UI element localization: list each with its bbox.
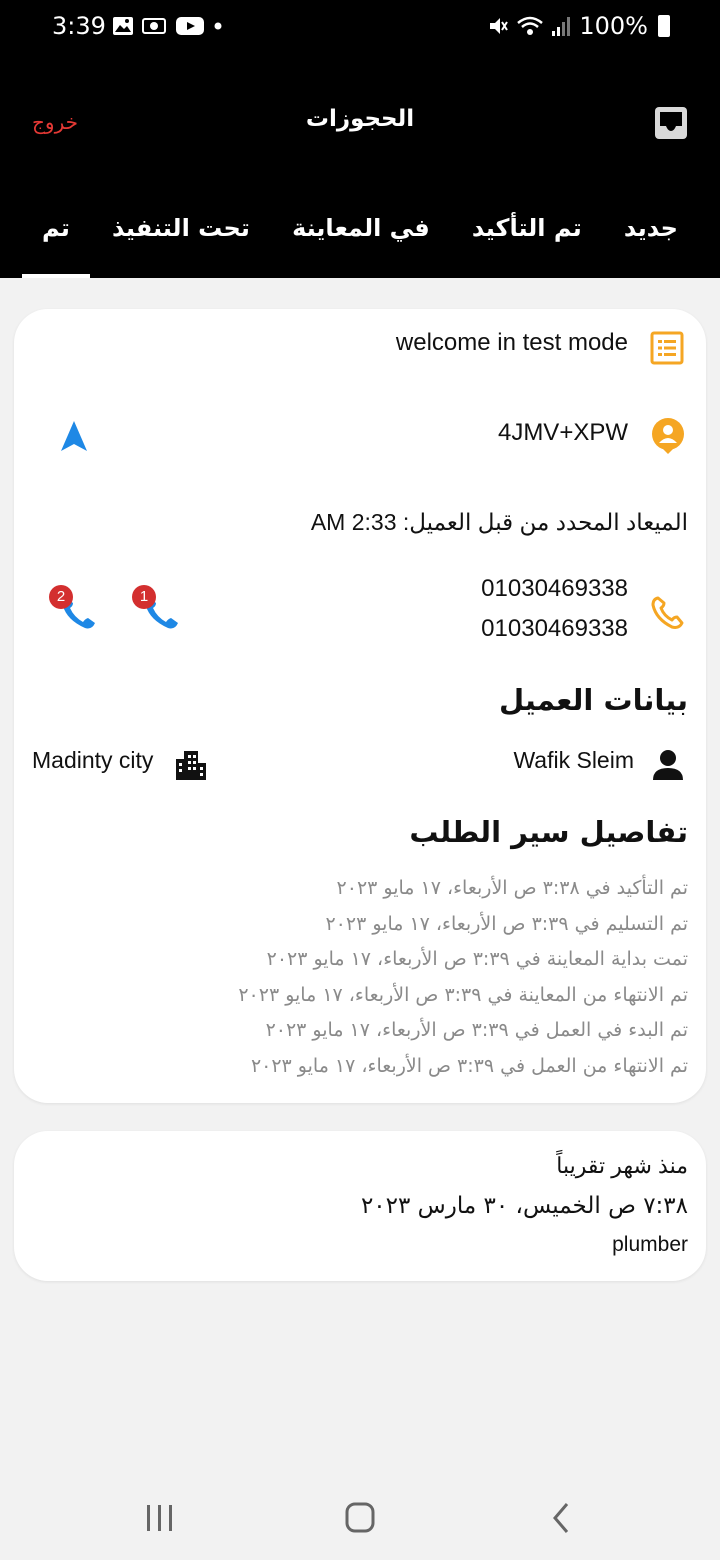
inbox-icon[interactable] <box>654 106 688 140</box>
timeline-item: تم الانتهاء من المعاينة في ٣:٣٩ ص الأربع… <box>238 983 688 1006</box>
app-bar: خروج الحجوزات جديد تم التأكيد في المعاين… <box>0 56 720 278</box>
timeline-item: تم التأكيد في ٣:٣٨ ص الأربعاء، ١٧ مايو ٢… <box>336 877 688 899</box>
navigation-arrow-icon[interactable] <box>58 419 90 453</box>
tab-confirmed[interactable]: تم التأكيد <box>452 196 602 278</box>
page-title: الحجوزات <box>305 106 415 132</box>
wifi-icon <box>517 16 544 35</box>
phone-icon <box>651 596 684 629</box>
tab-inspection[interactable]: في المعاينة <box>272 196 450 278</box>
status-tabs: جديد تم التأكيد في المعاينة تحت التنفيذ … <box>0 196 720 278</box>
money-icon <box>142 18 166 34</box>
call-badge: 1 <box>132 585 156 609</box>
status-time: 3:39 <box>52 12 106 40</box>
booking-card[interactable]: welcome in test mode 4JMV+XPW الميعاد ال… <box>14 309 706 1103</box>
system-nav-bar <box>0 1470 720 1560</box>
timeline-title: تفاصيل سير الطلب <box>409 815 688 849</box>
location-code: 4JMV+XPW <box>497 419 628 446</box>
gallery-icon <box>113 17 133 35</box>
youtube-icon <box>176 17 204 35</box>
timeline-item: تمت بداية المعاينة في ٣:٣٩ ص الأربعاء، ١… <box>266 948 688 970</box>
tab-in-progress[interactable]: تحت التنفيذ <box>92 196 270 278</box>
service-title: welcome in test mode <box>395 329 628 356</box>
tab-done[interactable]: تم <box>22 196 90 278</box>
timeline-item: تم البدء في العمل في ٣:٣٩ ص الأربعاء، ١٧… <box>265 1019 688 1041</box>
booking-date-time: ٧:٣٨ ص الخميس، ٣٠ مارس ٢٠٢٣ <box>360 1193 688 1219</box>
timeline-item: تم التسليم في ٣:٣٩ ص الأربعاء، ١٧ مايو ٢… <box>325 912 688 935</box>
relative-time: منذ شهر تقريباً <box>556 1153 688 1178</box>
recent-apps-icon[interactable] <box>140 1500 180 1536</box>
signal-icon <box>552 17 571 36</box>
list-icon <box>650 331 684 365</box>
status-bar: 3:39 100% <box>0 0 720 56</box>
phone-number-2: 01030469338 <box>481 615 628 642</box>
booking-card-2[interactable]: منذ شهر تقريباً ٧:٣٨ ص الخميس، ٣٠ مارس ٢… <box>14 1131 706 1281</box>
mute-icon <box>490 18 509 34</box>
customer-city: Madinty city <box>32 747 154 773</box>
call-badge: 2 <box>49 585 73 609</box>
call-button-1[interactable]: 1 <box>132 585 184 637</box>
call-button-2[interactable]: 2 <box>49 585 101 637</box>
customer-section-title: بيانات العميل <box>499 683 688 717</box>
battery-percent: 100% <box>579 12 648 40</box>
service-type: plumber <box>612 1233 688 1256</box>
city-icon <box>176 751 206 780</box>
timeline-item: تم الانتهاء من العمل في ٣:٣٩ ص الأربعاء،… <box>250 1054 688 1077</box>
location-pin-icon <box>652 418 684 454</box>
timeline-list: تم التأكيد في ٣:٣٨ ص الأربعاء، ١٧ مايو ٢… <box>88 871 688 1084</box>
status-right: 100% <box>487 12 670 40</box>
phone-number-1: 01030469338 <box>481 575 628 602</box>
notification-icons <box>112 16 224 36</box>
battery-icon <box>658 15 670 37</box>
tab-new[interactable]: جديد <box>604 196 698 278</box>
scheduled-time: الميعاد المحدد من قبل العميل: 2:33 AM <box>310 509 688 535</box>
more-notifications-icon <box>214 22 222 30</box>
back-icon[interactable] <box>542 1500 582 1536</box>
home-icon[interactable] <box>340 1500 380 1536</box>
person-icon <box>653 750 683 780</box>
customer-name: Wafik Sleim <box>513 747 634 773</box>
